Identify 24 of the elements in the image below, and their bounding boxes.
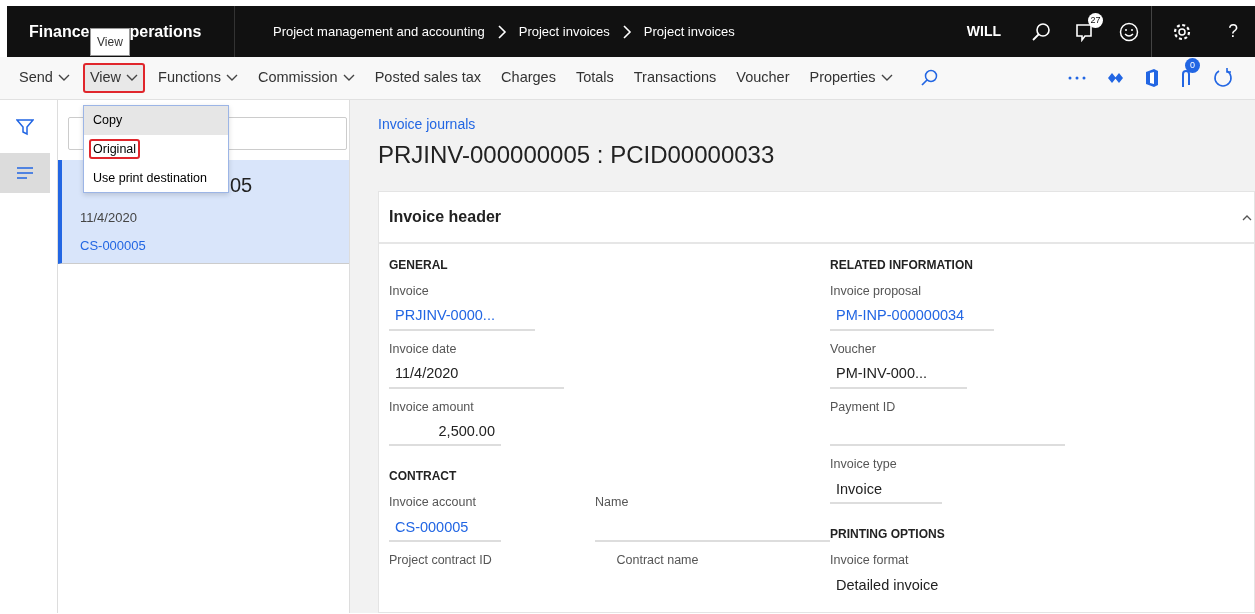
field-label: Invoice format — [830, 552, 910, 569]
group-heading: GENERAL — [389, 257, 449, 274]
attachment-badge: 0 — [1185, 58, 1200, 74]
field-label: Contract name — [616, 552, 700, 569]
field-label: Project contract ID — [389, 552, 493, 569]
field-label: Invoice proposal — [830, 283, 923, 300]
field-label: Invoice amount — [389, 398, 475, 416]
field-label: Invoice type — [830, 456, 898, 474]
field-label: Name — [595, 494, 630, 512]
group-heading: RELATED INFORMATION — [830, 257, 974, 274]
page-title: PRJINV-000000005 : PCID00000033 — [378, 140, 776, 170]
field-label: Invoice date — [389, 340, 458, 358]
group-heading: PRINTING OPTIONS — [830, 526, 946, 543]
list-item-title: 05 — [230, 174, 253, 196]
notification-badge: 27 — [1088, 12, 1103, 28]
tooltip: View — [90, 28, 130, 56]
brand-text: Finance — [29, 21, 90, 42]
field-label: Invoice account — [389, 494, 477, 512]
field-label: Voucher — [830, 340, 877, 358]
brand-text: perations — [129, 21, 202, 42]
field-label: Payment ID — [830, 398, 897, 416]
list-item-date: 11/4/2020 — [80, 209, 138, 227]
group-heading: CONTRACT — [389, 468, 458, 486]
field-label: Invoice — [389, 283, 430, 300]
